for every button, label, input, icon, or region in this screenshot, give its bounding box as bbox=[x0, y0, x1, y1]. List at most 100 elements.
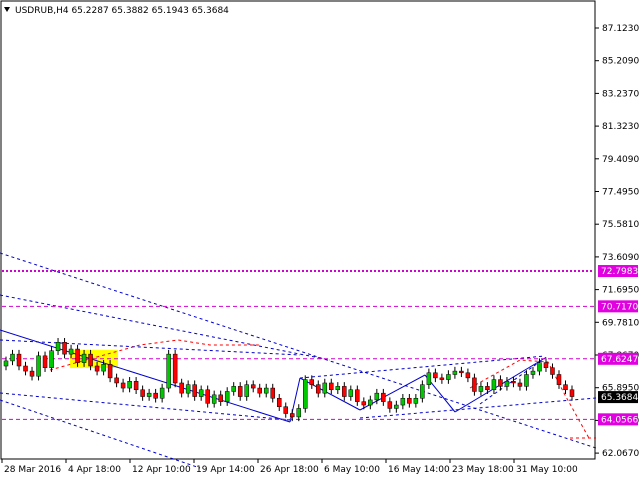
candle-body bbox=[504, 381, 510, 387]
candle-body bbox=[459, 370, 464, 374]
price-tick-label: 75.5810 bbox=[602, 220, 639, 230]
candle-body bbox=[316, 384, 321, 394]
time-tick-label: 23 May 18:00 bbox=[452, 465, 514, 475]
candle-body bbox=[309, 379, 315, 385]
price-tick-label: 71.6950 bbox=[602, 286, 639, 296]
candle-body bbox=[283, 406, 288, 414]
candle-body bbox=[120, 382, 126, 389]
candle-body bbox=[140, 389, 145, 397]
level-price-label: 72.7983 bbox=[601, 267, 638, 277]
candle-body bbox=[107, 364, 113, 379]
candle-body bbox=[420, 384, 425, 399]
candle-body bbox=[537, 362, 542, 372]
level-price-label: 70.7170 bbox=[601, 302, 638, 312]
candle-body bbox=[29, 370, 35, 377]
candle-body bbox=[3, 360, 9, 367]
candle-body bbox=[237, 386, 243, 397]
candle-body bbox=[361, 401, 367, 406]
candle-body bbox=[530, 370, 536, 375]
candle-body bbox=[381, 392, 386, 402]
candle-body bbox=[342, 386, 347, 397]
candle-body bbox=[433, 372, 438, 379]
candle-body bbox=[329, 382, 334, 391]
candle-body bbox=[491, 379, 497, 391]
candle-body bbox=[465, 372, 471, 379]
candle-body bbox=[257, 387, 262, 394]
candle-body bbox=[205, 389, 210, 404]
candle-body bbox=[198, 389, 204, 397]
time-tick-label: 16 May 14:00 bbox=[388, 465, 450, 475]
price-chart[interactable]: USDRUB,H4 65.2287 65.3882 65.1943 65.368… bbox=[0, 0, 640, 480]
candle-body bbox=[146, 392, 152, 397]
time-tick-label: 6 May 10:00 bbox=[324, 465, 380, 475]
candle-body bbox=[101, 364, 106, 372]
candle-body bbox=[296, 408, 302, 418]
time-tick-label: 26 Apr 18:00 bbox=[260, 465, 319, 475]
candle-body bbox=[563, 384, 568, 391]
candle-body bbox=[68, 348, 74, 355]
candle-body bbox=[94, 365, 100, 372]
price-tick-label: 83.2370 bbox=[602, 89, 639, 99]
chart-title: USDRUB,H4 65.2287 65.3882 65.1943 65.368… bbox=[15, 6, 229, 16]
candle-body bbox=[387, 401, 393, 409]
candle-body bbox=[413, 397, 419, 404]
candle-body bbox=[244, 384, 249, 397]
price-tick-label: 87.1230 bbox=[602, 24, 639, 34]
candle-body bbox=[55, 342, 61, 351]
candle-body bbox=[179, 382, 184, 394]
candle-body bbox=[511, 381, 516, 384]
candle-body bbox=[231, 386, 236, 392]
price-tick-label: 62.0670 bbox=[602, 449, 639, 459]
candle-body bbox=[426, 372, 432, 385]
candle-body bbox=[250, 384, 256, 389]
time-tick-label: 28 Mar 2016 bbox=[4, 465, 61, 475]
candle-body bbox=[517, 382, 523, 387]
plot-area[interactable] bbox=[0, 0, 596, 460]
candle-body bbox=[478, 386, 484, 392]
candle-body bbox=[472, 377, 477, 392]
candle-body bbox=[446, 374, 451, 380]
candle-body bbox=[114, 377, 119, 384]
candle-body bbox=[368, 399, 373, 406]
candle-body bbox=[569, 389, 575, 397]
candle-body bbox=[218, 394, 223, 402]
time-tick-label: 19 Apr 14:00 bbox=[196, 465, 255, 475]
candle-body bbox=[355, 389, 360, 402]
price-tick-label: 85.2090 bbox=[602, 57, 639, 67]
candle-body bbox=[524, 374, 529, 387]
candle-body bbox=[172, 353, 178, 384]
candle-body bbox=[498, 379, 503, 387]
candle-body bbox=[10, 353, 15, 362]
candle-body bbox=[159, 387, 165, 399]
candle-body bbox=[127, 381, 132, 389]
candle-body bbox=[224, 391, 230, 402]
candle-body bbox=[42, 355, 48, 368]
candle-body bbox=[192, 384, 197, 397]
candle-body bbox=[88, 353, 93, 367]
price-tick-label: 81.3230 bbox=[602, 122, 639, 132]
candle-body bbox=[62, 342, 67, 355]
candle-body bbox=[133, 381, 139, 391]
candle-body bbox=[166, 353, 171, 389]
candle-body bbox=[452, 370, 458, 375]
time-axis: 28 Mar 2016 4 Apr 18:00 12 Apr 10:00 19 Apr… bbox=[1, 459, 578, 475]
price-tick-label: 77.4950 bbox=[602, 188, 639, 198]
time-tick-label: 12 Apr 10:00 bbox=[132, 465, 191, 475]
candle-body bbox=[290, 413, 295, 418]
candle-body bbox=[16, 353, 22, 367]
candle-body bbox=[185, 384, 191, 394]
chart-window[interactable]: USDRUB,H4 65.2287 65.3882 65.1943 65.368… bbox=[0, 0, 640, 480]
candle-body bbox=[348, 389, 354, 397]
candle-body bbox=[394, 404, 399, 409]
candle-body bbox=[263, 387, 269, 394]
candle-body bbox=[211, 394, 217, 404]
candle-body bbox=[407, 397, 412, 404]
candle-body bbox=[543, 362, 549, 368]
candle-body bbox=[439, 377, 445, 380]
candle-body bbox=[556, 374, 562, 385]
price-tick-label: 73.6090 bbox=[602, 253, 639, 263]
candle-body bbox=[303, 379, 308, 409]
price-tick-label: 69.7810 bbox=[602, 318, 639, 328]
candle-body bbox=[550, 367, 555, 375]
candle-body bbox=[335, 386, 341, 391]
